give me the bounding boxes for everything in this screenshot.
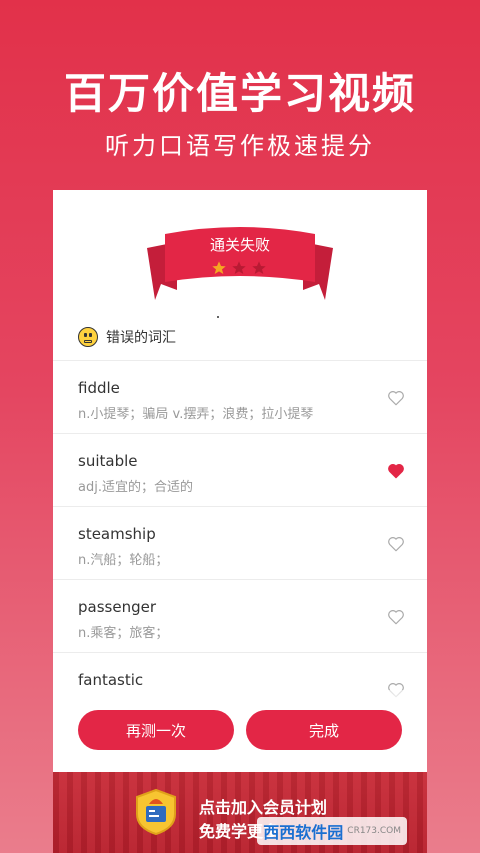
word-meaning: n.小提琴；骗局 v.摆弄；浪费；拉小提琴 [78,407,314,422]
vip-badge-icon [136,788,176,836]
word-meaning: n.乘客；旅客； [78,626,169,641]
heart-outline-icon[interactable] [387,535,405,553]
word-row[interactable]: steamship n.汽船；轮船； [53,506,427,579]
watermark-logo: 西西软件园 CR173.COM [257,817,407,845]
done-button[interactable]: 完成 [246,710,402,750]
hero-title: 百万价值学习视频 [63,69,416,118]
hero-subtitle: 听力口语写作极速提分 [105,132,375,160]
wrong-words-list: fiddle n.小提琴；骗局 v.摆弄；浪费；拉小提琴 suitable ad… [53,360,427,725]
banner-line1: 点击加入会员计划 [199,798,328,817]
word-row[interactable]: passenger n.乘客；旅客； [53,579,427,652]
word-text: suitable [78,452,138,470]
watermark-url: CR173.COM [347,826,401,836]
heart-outline-icon[interactable] [387,389,405,407]
result-label: 通关失败 [209,236,270,254]
word-text: fiddle [78,379,120,397]
heart-outline-icon[interactable] [387,608,405,626]
word-row[interactable]: fiddle n.小提琴；骗局 v.摆弄；浪费；拉小提琴 [53,360,427,433]
star-empty-icon [232,261,246,274]
star-filled-icon [212,261,226,274]
wrong-words-title: 错误的词汇 [106,330,176,346]
word-meaning: adj.适宜的；合适的 [78,480,193,495]
decor-dot [217,316,219,318]
sad-face-icon [78,327,98,347]
star-rating [211,260,267,276]
result-card: 通关失败 错误的词汇 fiddle n.小提琴；骗局 v.摆弄；浪费；拉小提琴 … [53,190,427,772]
word-text: steamship [78,525,156,543]
word-text: passenger [78,598,156,616]
wrong-words-header: 错误的词汇 [78,327,176,347]
watermark-title: 西西软件园 [263,823,344,842]
word-meaning: n.汽船；轮船； [78,553,169,568]
retry-button[interactable]: 再测一次 [78,710,234,750]
word-text: fantastic [78,671,144,689]
heart-filled-icon[interactable] [387,462,405,480]
membership-banner[interactable]: 点击加入会员计划 免费学更多 西西软件园 CR173.COM [53,772,427,853]
star-empty-icon [252,261,266,274]
word-row[interactable]: suitable adj.适宜的；合适的 [53,433,427,506]
